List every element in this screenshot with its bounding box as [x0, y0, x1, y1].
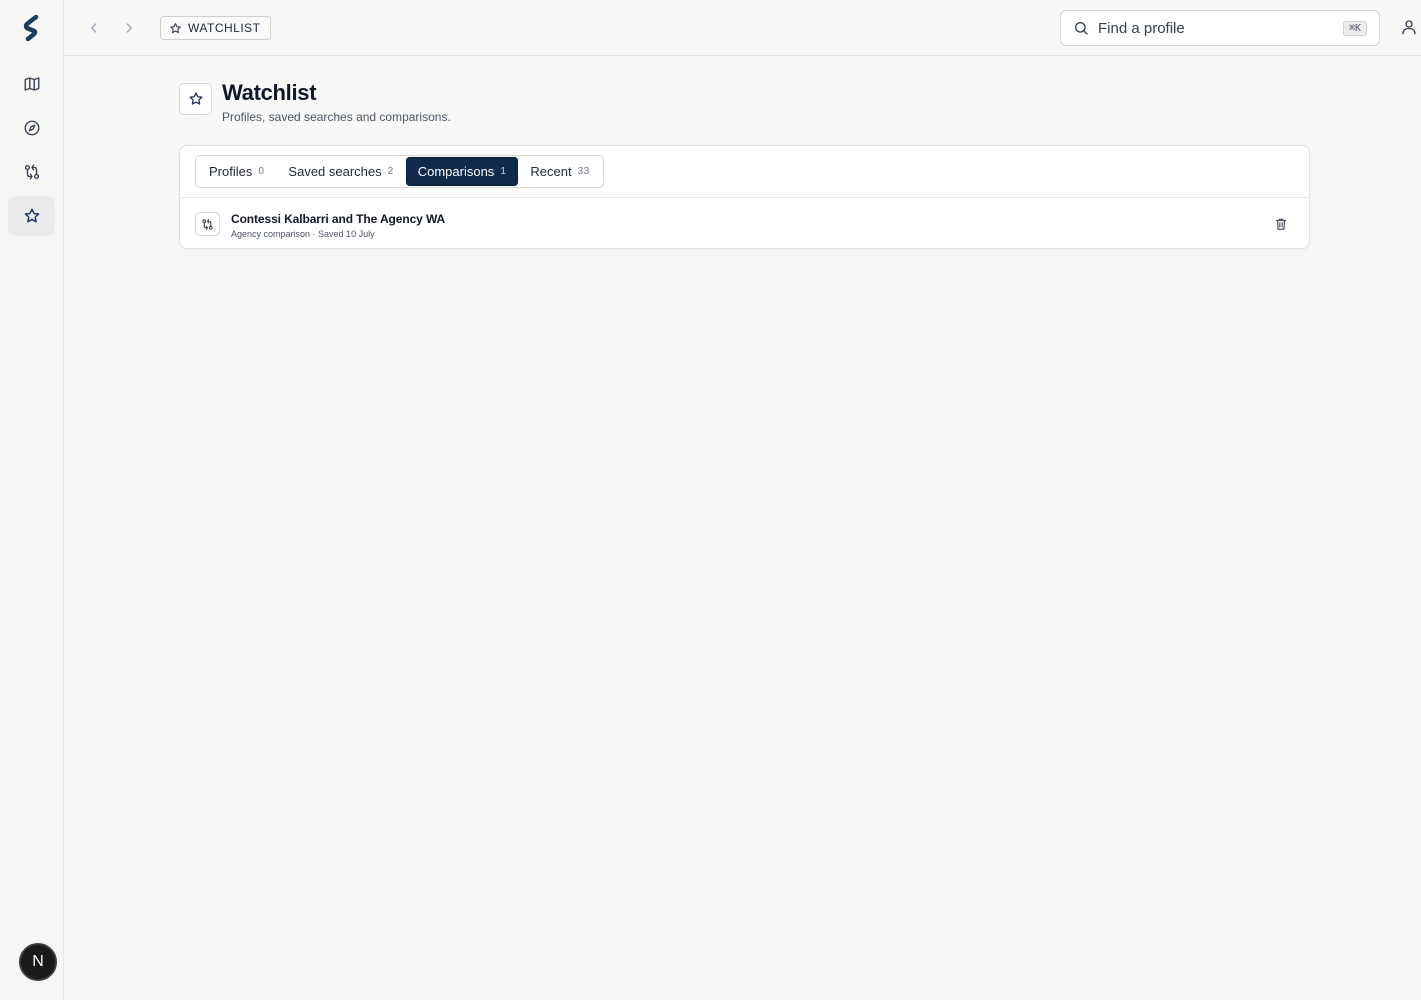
- comparison-row[interactable]: Contessi Kalbarri and The Agency WA Agen…: [180, 198, 1309, 249]
- map-icon: [24, 77, 39, 91]
- breadcrumb[interactable]: WATCHLIST: [160, 16, 271, 40]
- tab-saved-searches[interactable]: Saved searches 2: [276, 157, 405, 186]
- search-shortcut: ⌘K: [1342, 20, 1367, 36]
- tabs-row: Profiles 0 Saved searches 2 Comparisons …: [180, 146, 1309, 198]
- chevron-right-icon: [126, 23, 133, 33]
- tab-label: Saved searches: [288, 164, 382, 179]
- breadcrumb-label: WATCHLIST: [188, 21, 261, 35]
- tab-count: 2: [387, 166, 394, 177]
- compass-icon: [24, 120, 39, 136]
- logo-icon[interactable]: [20, 14, 44, 42]
- comparison-title[interactable]: Contessi Kalbarri and The Agency WA: [231, 212, 445, 226]
- tab-count: 33: [577, 166, 590, 177]
- star-icon: [188, 92, 203, 105]
- tab-label: Comparisons: [417, 164, 495, 179]
- search-placeholder: Find a profile: [1098, 19, 1185, 37]
- account-button[interactable]: [1400, 18, 1420, 38]
- tab-comparisons[interactable]: Comparisons 1: [405, 157, 519, 186]
- chevron-left-icon: [90, 23, 97, 33]
- user-icon: [1402, 20, 1416, 35]
- user-avatar[interactable]: N: [19, 943, 57, 981]
- search-input[interactable]: Find a profile ⌘K: [1060, 10, 1380, 46]
- app: N WATCHLIST Find a profile ⌘K Watchlist …: [0, 0, 1421, 1000]
- tab-group: Profiles 0 Saved searches 2 Comparisons …: [195, 155, 604, 188]
- compare-icon: [202, 218, 213, 230]
- tab-count: 1: [500, 166, 507, 177]
- search-icon: [1075, 22, 1088, 35]
- star-icon: [24, 208, 39, 223]
- forward-button[interactable]: [119, 18, 139, 38]
- page-title: Watchlist: [222, 80, 317, 105]
- delete-button[interactable]: [1274, 217, 1288, 231]
- trash-icon: [1275, 218, 1287, 230]
- watchlist-card: Profiles 0 Saved searches 2 Comparisons …: [179, 145, 1310, 249]
- tab-label: Recent: [530, 164, 572, 179]
- page-icon: [179, 83, 212, 115]
- sidebar-item-map[interactable]: [8, 64, 55, 104]
- tab-label: Profiles: [209, 164, 253, 179]
- tab-recent[interactable]: Recent 33: [518, 157, 601, 186]
- sidebar-item-watchlist[interactable]: [8, 196, 55, 236]
- compare-icon: [24, 164, 39, 180]
- topbar: WATCHLIST Find a profile ⌘K: [64, 0, 1421, 56]
- comparison-meta: Agency comparison · Saved 10 July: [231, 229, 375, 239]
- star-icon: [170, 22, 181, 33]
- sidebar-item-compare[interactable]: [8, 152, 55, 192]
- tab-count: 0: [258, 166, 265, 177]
- tab-profiles[interactable]: Profiles 0: [197, 157, 276, 186]
- row-icon: [195, 212, 220, 236]
- back-button[interactable]: [84, 18, 104, 38]
- sidebar-item-explore[interactable]: [8, 108, 55, 148]
- page-subtitle: Profiles, saved searches and comparisons…: [222, 110, 451, 124]
- sidebar: N: [0, 0, 64, 1000]
